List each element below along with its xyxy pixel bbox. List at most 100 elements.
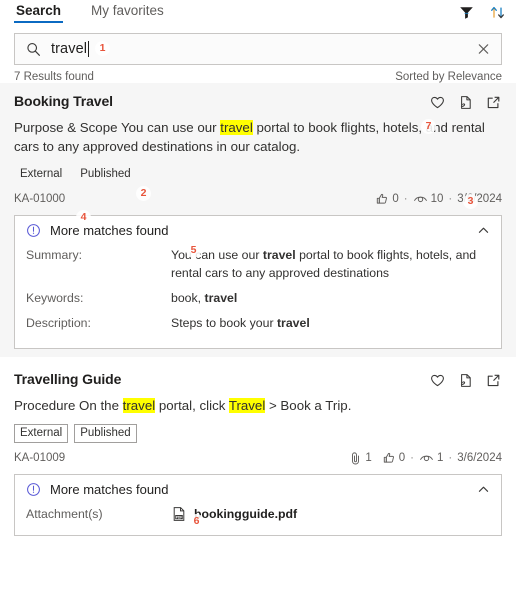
filter-icon[interactable] xyxy=(458,4,475,21)
result-title[interactable]: Booking Travel xyxy=(14,93,113,109)
more-matches-label: More matches found xyxy=(50,223,169,238)
result-item[interactable]: Travelling Guide Procedure On the travel… xyxy=(0,357,516,544)
search-input[interactable]: travel xyxy=(14,33,502,65)
snippet-text: Procedure On the xyxy=(14,398,123,413)
result-id-row: KA-01009 1 0 · 1 · 3/6/2024 xyxy=(14,449,502,466)
match-row: Description: Steps to book your travel xyxy=(26,313,491,338)
paperclip-icon xyxy=(352,451,360,464)
knowledge-search-panel: Search My favorites travel 7 Results fou… xyxy=(0,0,516,590)
search-input-value: travel xyxy=(51,41,88,57)
match-value: book, travel xyxy=(171,289,237,307)
result-header: Booking Travel xyxy=(14,93,502,111)
open-in-new-window-icon[interactable] xyxy=(485,372,502,389)
result-actions xyxy=(429,93,502,111)
tag-published: Published xyxy=(74,424,137,443)
likes-count: 0 xyxy=(392,192,399,205)
match-text: Steps to book your xyxy=(171,316,277,330)
pdf-file-icon: PDF xyxy=(173,507,185,521)
results-meta-row: 7 Results found Sorted by Relevance xyxy=(0,65,516,83)
more-matches-body: Attachment(s) PDF bookingguide.pdf xyxy=(15,504,501,535)
match-value: Steps to book your travel xyxy=(171,314,310,332)
copy-link-icon[interactable] xyxy=(457,372,474,389)
views-count: 10 xyxy=(430,192,444,205)
result-date: 3/6/2024 xyxy=(457,451,502,464)
match-label: Description: xyxy=(26,316,91,330)
likes-count: 0 xyxy=(398,451,406,464)
result-title[interactable]: Travelling Guide xyxy=(14,371,121,387)
attachment-link[interactable]: PDF bookingguide.pdf xyxy=(171,505,297,523)
snippet-highlight: travel xyxy=(122,398,156,413)
favorite-heart-icon[interactable] xyxy=(429,94,446,111)
info-circle-icon xyxy=(26,223,41,238)
tag-published: Published xyxy=(80,168,131,180)
info-circle-icon xyxy=(26,482,41,497)
tab-search-label: Search xyxy=(16,3,62,18)
open-in-new-window-icon[interactable] xyxy=(485,94,502,111)
snippet-text: > Book a Trip. xyxy=(265,398,352,413)
more-matches-label: More matches found xyxy=(50,482,169,497)
clear-icon[interactable] xyxy=(476,42,491,57)
attachment-filename: bookingguide.pdf xyxy=(194,507,298,521)
snippet-text: portal, click xyxy=(155,398,229,413)
sort-icon[interactable] xyxy=(489,4,506,21)
result-snippet: Purpose & Scope You can use our travel p… xyxy=(14,118,500,156)
more-matches-body: Summary: You can use our travel portal t… xyxy=(15,245,501,348)
result-stats: 1 0 · 1 · 3/6/2024 xyxy=(349,451,502,465)
thumbs-up-icon xyxy=(383,452,394,463)
results-count: 7 Results found xyxy=(14,71,94,83)
match-text-bold: travel xyxy=(262,248,296,262)
result-date: 3/6/2024 xyxy=(457,192,502,205)
sort-order-label[interactable]: Sorted by Relevance xyxy=(395,71,502,83)
copy-link-icon[interactable] xyxy=(457,94,474,111)
stat-separator: · xyxy=(403,192,408,205)
views-eye-icon xyxy=(413,196,427,202)
chevron-up-icon[interactable] xyxy=(476,482,491,497)
chevron-up-icon[interactable] xyxy=(476,223,491,238)
more-matches-panel: More matches found Summary: You can use … xyxy=(14,215,502,349)
attachments-stat: 1 xyxy=(349,451,372,465)
result-header: Travelling Guide xyxy=(14,371,502,389)
thumbs-up-icon xyxy=(377,193,388,204)
result-id-row: KA-01000 0 · 10 · 3/6/2024 xyxy=(14,190,502,207)
article-id[interactable]: KA-01009 xyxy=(14,452,65,464)
views-stat: 1 xyxy=(419,451,443,465)
match-label: Keywords: xyxy=(26,291,84,305)
article-id[interactable]: KA-01000 xyxy=(14,193,65,205)
tab-bar: Search My favorites xyxy=(0,0,516,29)
views-count: 1 xyxy=(436,451,444,464)
match-row: Summary: You can use our travel portal t… xyxy=(26,245,491,288)
search-icon xyxy=(25,41,42,58)
stat-separator: · xyxy=(448,192,453,205)
likes-stat: 0 xyxy=(375,192,399,206)
more-matches-toggle[interactable]: More matches found xyxy=(15,216,501,245)
stat-separator: · xyxy=(410,451,414,464)
tag-external: External xyxy=(20,168,63,180)
match-text: book, xyxy=(171,291,205,305)
tab-my-favorites-label: My favorites xyxy=(91,3,164,18)
header-actions xyxy=(458,4,506,21)
favorite-heart-icon[interactable] xyxy=(429,372,446,389)
snippet-highlight: Travel xyxy=(228,398,266,413)
result-tags: External Published xyxy=(14,165,502,184)
match-label: Summary: xyxy=(26,248,83,262)
results-list: Booking Travel Purpose & Scope You can u… xyxy=(0,83,516,544)
result-snippet: Procedure On the travel portal, click Tr… xyxy=(14,396,500,415)
more-matches-panel: More matches found Attachment(s) PDF boo… xyxy=(14,474,502,536)
likes-stat: 0 xyxy=(382,451,405,465)
snippet-highlight: travel xyxy=(220,120,253,135)
result-actions xyxy=(429,371,502,389)
tab-search[interactable]: Search xyxy=(14,3,64,23)
stat-separator: · xyxy=(448,451,453,464)
match-text-bold: travel xyxy=(204,291,238,305)
tab-my-favorites[interactable]: My favorites xyxy=(89,3,166,23)
attachments-count: 1 xyxy=(365,451,372,464)
views-stat: 10 xyxy=(413,192,444,206)
result-stats: 0 · 10 · 3/6/2024 xyxy=(375,192,502,206)
result-item[interactable]: Booking Travel Purpose & Scope You can u… xyxy=(0,83,516,357)
tag-external: External xyxy=(14,424,69,443)
match-row: Attachment(s) PDF bookingguide.pdf xyxy=(26,504,491,525)
more-matches-toggle[interactable]: More matches found xyxy=(15,475,501,504)
text-caret xyxy=(88,41,90,57)
svg-text:PDF: PDF xyxy=(176,515,183,519)
match-row: Keywords: book, travel xyxy=(26,288,491,313)
